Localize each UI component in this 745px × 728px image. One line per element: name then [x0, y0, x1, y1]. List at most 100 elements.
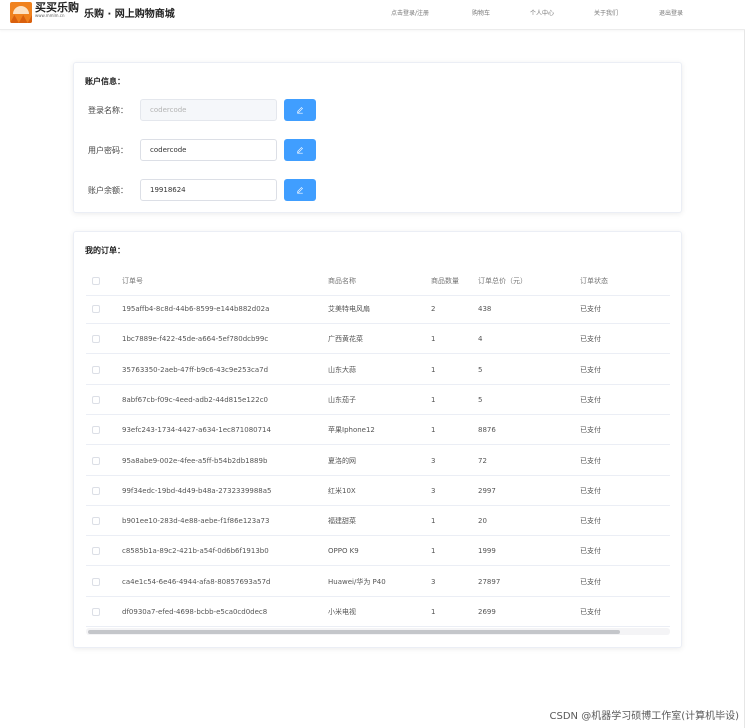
product-name-cell: 山东茄子 [328, 395, 356, 404]
row-checkbox[interactable] [92, 335, 100, 344]
pencil-icon [297, 107, 303, 114]
product-name-cell: 福建甜菜 [328, 517, 356, 526]
watermark-text: CSDN @机器学习硕博工作室(计算机毕设) [549, 711, 740, 722]
total-price-cell: 72 [478, 456, 487, 465]
status-cell: 已支付 [580, 547, 601, 556]
column-header-product-name: 商品名称 [328, 277, 356, 285]
pencil-icon [297, 187, 303, 194]
row-checkbox[interactable] [92, 577, 100, 586]
password-label: 用户密码： [88, 146, 128, 155]
nav-personal-center[interactable]: 个人中心 [530, 8, 554, 17]
row-checkbox[interactable] [92, 456, 100, 465]
quantity-cell: 1 [431, 395, 436, 404]
column-header-quantity: 商品数量 [431, 277, 459, 285]
quantity-cell: 1 [431, 517, 436, 526]
table-header-row: 订单号 商品名称 商品数量 订单总价（元） 订单状态 [86, 266, 670, 296]
row-checkbox[interactable] [92, 365, 100, 374]
table-row: 99f34edc-19bd-4d49-b48a-2732339988a5 红米10… [86, 476, 670, 506]
status-cell: 已支付 [580, 335, 601, 344]
select-all-checkbox[interactable] [92, 277, 100, 285]
table-row: 1bc7889e-f422-45de-a664-5ef780dcb99c 广西黄花… [86, 324, 670, 355]
order-id-cell: 99f34edc-19bd-4d49-b48a-2732339988a5 [122, 486, 272, 495]
table-row: 35763350-2aeb-47ff-b9c6-43c9e253ca7d 山东大蒜… [86, 355, 670, 385]
table-row: b901ee10-283d-4e88-aebe-f1f86e123a73 福建甜菜… [86, 506, 670, 537]
row-checkbox[interactable] [92, 517, 100, 526]
account-info-title: 账户信息： [85, 77, 125, 86]
total-price-cell: 2699 [478, 608, 496, 616]
quantity-cell: 1 [431, 365, 436, 374]
status-cell: 已支付 [580, 577, 601, 586]
quantity-cell: 3 [431, 456, 436, 465]
status-cell: 已支付 [580, 426, 601, 435]
quantity-cell: 2 [431, 305, 436, 313]
status-cell: 已支付 [580, 395, 601, 404]
total-price-cell: 1999 [478, 547, 496, 556]
row-checkbox[interactable] [92, 395, 100, 404]
quantity-cell: 3 [431, 577, 436, 586]
status-cell: 已支付 [580, 517, 601, 526]
product-name-cell: 艾美特电风扇 [328, 305, 370, 313]
nav-menu: 点击登录/注册 购物车 个人中心 关于我们 退出登录 [0, 8, 745, 20]
quantity-cell: 3 [431, 486, 436, 495]
balance-label: 账户余额： [88, 186, 128, 195]
total-price-cell: 2997 [478, 486, 496, 495]
table-horizontal-scrollbar[interactable] [86, 628, 670, 635]
password-input[interactable] [140, 139, 277, 161]
quantity-cell: 1 [431, 547, 436, 556]
balance-input[interactable] [140, 179, 277, 201]
orders-title: 我的订单： [85, 246, 125, 255]
product-name-cell: 山东大蒜 [328, 365, 356, 374]
column-header-total-price: 订单总价（元） [478, 277, 527, 285]
total-price-cell: 4 [478, 335, 483, 344]
total-price-cell: 8876 [478, 426, 496, 435]
product-name-cell: Huawei/华为 P40 [328, 577, 386, 586]
nav-logout[interactable]: 退出登录 [659, 8, 683, 17]
product-name-cell: 苹果Iphone12 [328, 426, 375, 435]
table-row: 93efc243-1734-4427-a634-1ec871080714 苹果Ip… [86, 415, 670, 446]
status-cell: 已支付 [580, 486, 601, 495]
total-price-cell: 27897 [478, 577, 501, 586]
nav-about-us[interactable]: 关于我们 [594, 8, 618, 17]
product-name-cell: 夏洛的网 [328, 456, 356, 465]
pencil-icon [297, 147, 303, 154]
order-id-cell: ca4e1c54-6e46-4944-afa8-80857693a57d [122, 577, 271, 586]
order-id-cell: b901ee10-283d-4e88-aebe-f1f86e123a73 [122, 517, 270, 526]
total-price-cell: 5 [478, 395, 483, 404]
order-id-cell: 95a8abe9-002e-4fee-a5ff-b54b2db1889b [122, 456, 268, 465]
nav-login-register[interactable]: 点击登录/注册 [391, 8, 429, 17]
product-name-cell: 广西黄花菜 [328, 335, 363, 344]
product-name-cell: 小米电视 [328, 608, 356, 616]
table-row: 95a8abe9-002e-4fee-a5ff-b54b2db1889b 夏洛的网… [86, 446, 670, 476]
status-cell: 已支付 [580, 305, 601, 313]
row-checkbox[interactable] [92, 305, 100, 313]
row-checkbox[interactable] [92, 486, 100, 495]
order-id-cell: 8abf67cb-f09c-4eed-adb2-44d815e122c0 [122, 395, 268, 404]
quantity-cell: 1 [431, 608, 436, 616]
row-checkbox[interactable] [92, 608, 100, 616]
order-id-cell: 35763350-2aeb-47ff-b9c6-43c9e253ca7d [122, 365, 269, 374]
scrollbar-thumb[interactable] [88, 630, 620, 634]
edit-login-name-button[interactable] [284, 99, 316, 121]
product-name-cell: 红米10X [328, 486, 356, 495]
order-id-cell: 93efc243-1734-4427-a634-1ec871080714 [122, 426, 271, 435]
row-checkbox[interactable] [92, 547, 100, 556]
order-id-cell: 1bc7889e-f422-45de-a664-5ef780dcb99c [122, 335, 269, 344]
quantity-cell: 1 [431, 335, 436, 344]
product-name-cell: OPPO K9 [328, 547, 359, 556]
nav-cart[interactable]: 购物车 [472, 8, 490, 17]
table-row: df0930a7-efed-4698-bcbb-e5ca0cd0dec8 小米电视… [86, 597, 670, 627]
total-price-cell: 20 [478, 517, 487, 526]
login-name-input[interactable] [140, 99, 277, 121]
column-header-order-id: 订单号 [122, 277, 143, 285]
order-id-cell: df0930a7-efed-4698-bcbb-e5ca0cd0dec8 [122, 608, 268, 616]
edit-password-button[interactable] [284, 139, 316, 161]
status-cell: 已支付 [580, 456, 601, 465]
edit-balance-button[interactable] [284, 179, 316, 201]
column-header-status: 订单状态 [580, 277, 608, 285]
row-checkbox[interactable] [92, 426, 100, 435]
table-row: 8abf67cb-f09c-4eed-adb2-44d815e122c0 山东茄子… [86, 385, 670, 415]
table-row: 195affb4-8c8d-44b6-8599-e144b882d02a 艾美特电… [86, 294, 670, 324]
status-cell: 已支付 [580, 365, 601, 374]
order-id-cell: c8585b1a-89c2-421b-a54f-0d6b6f1913b0 [122, 547, 269, 556]
total-price-cell: 5 [478, 365, 483, 374]
